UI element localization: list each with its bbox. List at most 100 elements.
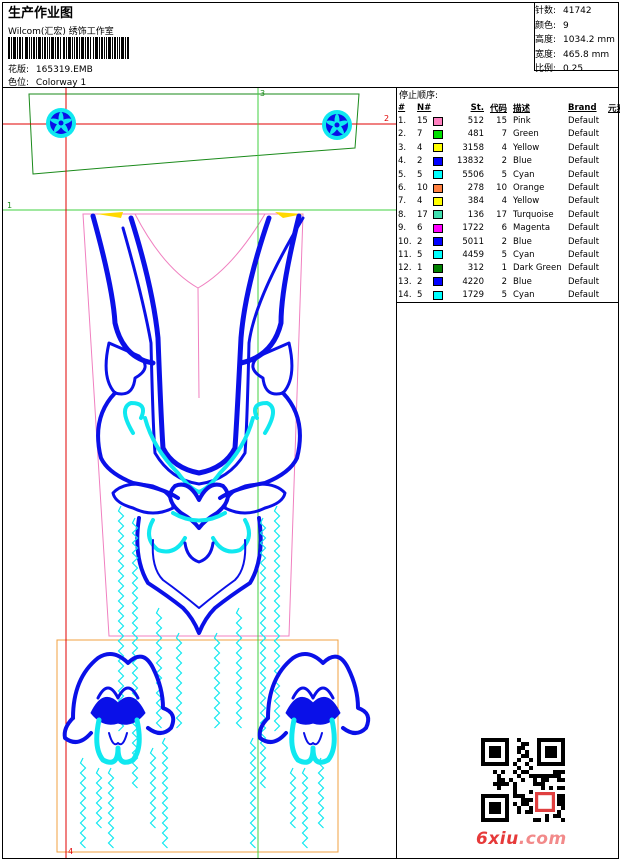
cell-code: 15 [496,116,507,127]
table-row[interactable]: 6. 10 278 10 Orange Default [398,181,620,194]
cell-stitches: 278 [467,183,484,194]
fringe-chain [107,767,115,849]
cell-stitches: 5506 [462,169,484,180]
cell-stitches: 4220 [462,276,484,287]
cell-code: 5 [501,169,507,180]
table-row[interactable]: 10. 2 5011 2 Blue Default [398,235,620,248]
table-row[interactable]: 13. 2 4220 2 Blue Default [398,275,620,288]
table-row[interactable]: 3. 4 3158 4 Yellow Default [398,141,620,154]
cell-needle: 5 [417,249,423,260]
cell-swatch [433,170,451,180]
cell-desc: Orange [513,183,545,194]
color-swatch [433,170,443,180]
cell-needle: 4 [417,196,423,207]
cell-desc: Dark Green [513,263,562,274]
fringe-chain [235,607,243,729]
cell-needle: 2 [417,236,423,247]
cell-brand: Default [568,290,600,301]
cell-needle: 5 [417,169,423,180]
stop-sequence-table: # N# St. 代码 描述 Brand 元素 1.1551215PinkDef… [398,101,620,302]
table-row[interactable]: 4. 2 13832 2 Blue Default [398,155,620,168]
cell-needle: 4 [417,142,423,153]
cell-brand: Default [568,236,600,247]
cell-swatch [433,290,451,300]
table-row[interactable]: 9. 6 1722 6 Magenta Default [398,222,620,235]
color-swatch [433,129,443,139]
fringe-chain [289,767,297,829]
cell-brand: Default [568,183,600,194]
cell-brand: Default [568,196,600,207]
table-row[interactable]: 8. 17 136 17 Turquoise Default [398,208,620,221]
cell-code: 5 [501,290,507,301]
fringe-chain [317,757,325,829]
cell-code: 6 [501,223,507,234]
cell-brand: Default [568,263,600,274]
cell-brand: Default [568,156,600,167]
cell-desc: Magenta [513,223,551,234]
cell-code: 17 [496,209,507,220]
color-swatch [433,196,443,206]
cell-brand: Default [568,209,600,220]
fringe-chain [155,607,163,729]
cell-stitches: 481 [467,129,484,140]
stop-sequence-title: 停止顺序: [399,91,439,101]
stat-colors: 颜色: 9 [535,20,569,31]
table-row[interactable]: 5. 5 5506 5 Cyan Default [398,168,620,181]
cell-desc: Turquoise [513,209,554,220]
cell-code: 7 [501,129,507,140]
cell-num: 2. [398,129,407,140]
cell-desc: Cyan [513,290,535,301]
color-swatch [433,263,443,273]
colorway-value: Colorway 1 [35,78,87,88]
cell-desc: Cyan [513,169,535,180]
cell-stitches: 13832 [456,156,484,167]
table-row[interactable]: 12. 1 312 1 Dark Green Default [398,262,620,275]
cell-brand: Default [568,223,600,234]
cell-brand: Default [568,116,600,127]
qr-code-image [481,738,565,822]
cell-needle: 1 [417,263,423,274]
guide-label-3: 3 [260,89,265,98]
guide-label-1: 1 [7,201,12,210]
pattern-file-line: 花版: 165319.EMB [8,62,93,75]
cell-stitches: 3158 [462,142,484,153]
color-swatch [433,277,443,287]
colorway-label: 色位: [8,78,30,88]
cell-num: 1. [398,116,407,127]
table-row[interactable]: 11. 5 4459 5 Cyan Default [398,248,620,261]
table-row[interactable]: 2. 7 481 7 Green Default [398,128,620,141]
cell-swatch [433,156,451,166]
cell-num: 14. [398,290,412,301]
design-canvas[interactable]: 1 2 3 4 [3,88,396,858]
cell-desc: Blue [513,276,532,287]
fringe-chain [149,747,157,829]
table-row[interactable]: 7. 4 384 4 Yellow Default [398,195,620,208]
cell-stitches: 4459 [462,249,484,260]
flower-motif-right [322,110,352,140]
pattern-label: 花版: [8,65,30,75]
cell-num: 12. [398,263,412,274]
yoke-embroidery [90,213,305,635]
fringe-chain [301,767,309,849]
cell-swatch [433,143,451,153]
cell-swatch [433,183,451,193]
cell-desc: Yellow [513,196,540,207]
cell-swatch [433,196,451,206]
cell-needle: 15 [417,116,428,127]
cell-stitches: 1722 [462,223,484,234]
cell-stitches: 512 [467,116,484,127]
cell-num: 7. [398,196,407,207]
stat-stitches: 针数: 41742 [535,6,592,16]
cell-code: 2 [501,276,507,287]
stat-scale: 比例: 0.25 [535,64,584,74]
cell-needle: 2 [417,156,423,167]
cell-swatch [433,223,451,233]
table-row[interactable]: 14. 5 1729 5 Cyan Default [398,288,620,301]
cell-desc: Pink [513,116,531,127]
table-row[interactable]: 1. 15 512 15 Pink Default [398,114,620,127]
color-swatch [433,183,443,193]
cell-needle: 5 [417,290,423,301]
color-swatch [433,143,443,153]
pattern-value: 165319.EMB [35,65,93,75]
cell-brand: Default [568,129,600,140]
